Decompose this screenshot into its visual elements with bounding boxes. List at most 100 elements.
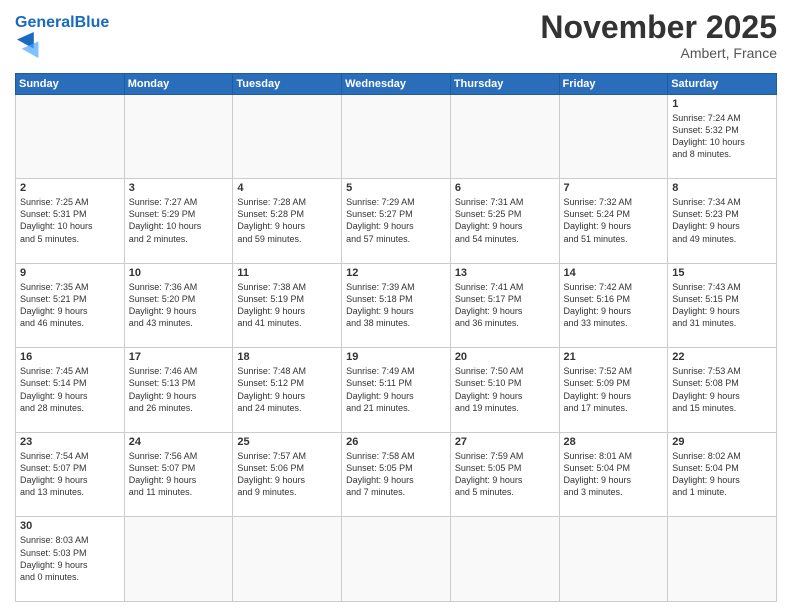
day-cell: 16 Sunrise: 7:45 AMSunset: 5:14 PMDayligh… bbox=[16, 348, 125, 433]
day-number: 18 bbox=[237, 351, 337, 363]
day-number: 8 bbox=[672, 182, 772, 194]
day-cell: 9 Sunrise: 7:35 AMSunset: 5:21 PMDaylight… bbox=[16, 263, 125, 348]
day-info: Sunrise: 8:02 AMSunset: 5:04 PMDaylight:… bbox=[672, 450, 772, 499]
day-cell: 18 Sunrise: 7:48 AMSunset: 5:12 PMDayligh… bbox=[233, 348, 342, 433]
day-cell: 14Sunrise: 7:42 AMSunset: 5:16 PMDayligh… bbox=[559, 263, 668, 348]
day-info: Sunrise: 7:48 AMSunset: 5:12 PMDaylight:… bbox=[237, 365, 337, 414]
header: GeneralBlue November 2025 Ambert, France bbox=[15, 10, 777, 65]
day-cell: 30Sunrise: 8:03 AMSunset: 5:03 PMDayligh… bbox=[16, 517, 125, 602]
day-header-monday: Monday bbox=[124, 73, 233, 94]
logo-blue: Blue bbox=[75, 14, 110, 31]
day-cell: 6 Sunrise: 7:31 AMSunset: 5:25 PMDaylight… bbox=[450, 179, 559, 264]
day-cell bbox=[16, 94, 125, 179]
page: GeneralBlue November 2025 Ambert, France… bbox=[0, 0, 792, 612]
day-cell bbox=[668, 517, 777, 602]
day-info: Sunrise: 7:49 AMSunset: 5:11 PMDaylight:… bbox=[346, 365, 446, 414]
day-header-friday: Friday bbox=[559, 73, 668, 94]
day-cell: 25 Sunrise: 7:57 AMSunset: 5:06 PMDayligh… bbox=[233, 432, 342, 517]
day-number: 9 bbox=[20, 267, 120, 279]
day-info: Sunrise: 7:34 AMSunset: 5:23 PMDaylight:… bbox=[672, 196, 772, 245]
day-header-wednesday: Wednesday bbox=[342, 73, 451, 94]
day-info: Sunrise: 7:45 AMSunset: 5:14 PMDaylight:… bbox=[20, 365, 120, 414]
week-row-1: 2Sunrise: 7:25 AMSunset: 5:31 PMDaylight… bbox=[16, 179, 777, 264]
logo-icon bbox=[17, 32, 45, 60]
day-cell: 28 Sunrise: 8:01 AMSunset: 5:04 PMDayligh… bbox=[559, 432, 668, 517]
day-cell: 1 Sunrise: 7:24 AMSunset: 5:32 PMDaylight… bbox=[668, 94, 777, 179]
day-cell: 2Sunrise: 7:25 AMSunset: 5:31 PMDaylight… bbox=[16, 179, 125, 264]
day-number: 22 bbox=[672, 351, 772, 363]
day-number: 19 bbox=[346, 351, 446, 363]
day-number: 6 bbox=[455, 182, 555, 194]
day-info: Sunrise: 7:58 AMSunset: 5:05 PMDaylight:… bbox=[346, 450, 446, 499]
day-info: Sunrise: 7:31 AMSunset: 5:25 PMDaylight:… bbox=[455, 196, 555, 245]
day-cell bbox=[233, 517, 342, 602]
day-info: Sunrise: 8:01 AMSunset: 5:04 PMDaylight:… bbox=[564, 450, 664, 499]
day-info: Sunrise: 7:43 AMSunset: 5:15 PMDaylight:… bbox=[672, 281, 772, 330]
logo-text: GeneralBlue bbox=[15, 14, 109, 32]
day-number: 30 bbox=[20, 520, 120, 532]
title-block: November 2025 Ambert, France bbox=[540, 10, 777, 61]
day-cell: 11 Sunrise: 7:38 AMSunset: 5:19 PMDayligh… bbox=[233, 263, 342, 348]
day-number: 12 bbox=[346, 267, 446, 279]
day-info: Sunrise: 7:50 AMSunset: 5:10 PMDaylight:… bbox=[455, 365, 555, 414]
day-info: Sunrise: 7:53 AMSunset: 5:08 PMDaylight:… bbox=[672, 365, 772, 414]
location: Ambert, France bbox=[540, 45, 777, 61]
calendar-header-row: SundayMondayTuesdayWednesdayThursdayFrid… bbox=[16, 73, 777, 94]
day-cell: 8 Sunrise: 7:34 AMSunset: 5:23 PMDaylight… bbox=[668, 179, 777, 264]
day-cell bbox=[342, 517, 451, 602]
day-info: Sunrise: 7:42 AMSunset: 5:16 PMDaylight:… bbox=[564, 281, 664, 330]
day-cell: 26Sunrise: 7:58 AMSunset: 5:05 PMDayligh… bbox=[342, 432, 451, 517]
week-row-0: 1 Sunrise: 7:24 AMSunset: 5:32 PMDaylight… bbox=[16, 94, 777, 179]
day-cell: 4Sunrise: 7:28 AMSunset: 5:28 PMDaylight… bbox=[233, 179, 342, 264]
day-cell: 17Sunrise: 7:46 AMSunset: 5:13 PMDayligh… bbox=[124, 348, 233, 433]
day-cell bbox=[124, 517, 233, 602]
day-info: Sunrise: 7:24 AMSunset: 5:32 PMDaylight:… bbox=[672, 112, 772, 161]
day-number: 20 bbox=[455, 351, 555, 363]
day-number: 29 bbox=[672, 436, 772, 448]
day-info: Sunrise: 7:35 AMSunset: 5:21 PMDaylight:… bbox=[20, 281, 120, 330]
day-number: 7 bbox=[564, 182, 664, 194]
day-header-saturday: Saturday bbox=[668, 73, 777, 94]
logo: GeneralBlue bbox=[15, 14, 109, 65]
day-cell: 22 Sunrise: 7:53 AMSunset: 5:08 PMDayligh… bbox=[668, 348, 777, 433]
day-cell: 13 Sunrise: 7:41 AMSunset: 5:17 PMDayligh… bbox=[450, 263, 559, 348]
day-info: Sunrise: 7:25 AMSunset: 5:31 PMDaylight:… bbox=[20, 196, 120, 245]
day-cell: 29 Sunrise: 8:02 AMSunset: 5:04 PMDayligh… bbox=[668, 432, 777, 517]
day-number: 28 bbox=[564, 436, 664, 448]
day-number: 11 bbox=[237, 267, 337, 279]
day-info: Sunrise: 7:54 AMSunset: 5:07 PMDaylight:… bbox=[20, 450, 120, 499]
day-number: 16 bbox=[20, 351, 120, 363]
day-info: Sunrise: 7:57 AMSunset: 5:06 PMDaylight:… bbox=[237, 450, 337, 499]
day-cell bbox=[559, 517, 668, 602]
day-header-thursday: Thursday bbox=[450, 73, 559, 94]
day-info: Sunrise: 7:27 AMSunset: 5:29 PMDaylight:… bbox=[129, 196, 229, 245]
day-cell: 20 Sunrise: 7:50 AMSunset: 5:10 PMDayligh… bbox=[450, 348, 559, 433]
day-info: Sunrise: 7:46 AMSunset: 5:13 PMDaylight:… bbox=[129, 365, 229, 414]
day-number: 25 bbox=[237, 436, 337, 448]
day-cell bbox=[124, 94, 233, 179]
day-header-sunday: Sunday bbox=[16, 73, 125, 94]
week-row-4: 23 Sunrise: 7:54 AMSunset: 5:07 PMDayligh… bbox=[16, 432, 777, 517]
day-number: 13 bbox=[455, 267, 555, 279]
day-number: 5 bbox=[346, 182, 446, 194]
logo-general: General bbox=[15, 14, 75, 31]
day-info: Sunrise: 7:29 AMSunset: 5:27 PMDaylight:… bbox=[346, 196, 446, 245]
day-number: 27 bbox=[455, 436, 555, 448]
day-cell bbox=[559, 94, 668, 179]
day-number: 15 bbox=[672, 267, 772, 279]
day-header-tuesday: Tuesday bbox=[233, 73, 342, 94]
day-number: 3 bbox=[129, 182, 229, 194]
day-info: Sunrise: 7:32 AMSunset: 5:24 PMDaylight:… bbox=[564, 196, 664, 245]
calendar-table: SundayMondayTuesdayWednesdayThursdayFrid… bbox=[15, 73, 777, 602]
day-number: 24 bbox=[129, 436, 229, 448]
week-row-5: 30Sunrise: 8:03 AMSunset: 5:03 PMDayligh… bbox=[16, 517, 777, 602]
day-cell: 27 Sunrise: 7:59 AMSunset: 5:05 PMDayligh… bbox=[450, 432, 559, 517]
day-number: 1 bbox=[672, 98, 772, 110]
day-number: 23 bbox=[20, 436, 120, 448]
day-number: 10 bbox=[129, 267, 229, 279]
day-info: Sunrise: 7:38 AMSunset: 5:19 PMDaylight:… bbox=[237, 281, 337, 330]
day-cell: 24Sunrise: 7:56 AMSunset: 5:07 PMDayligh… bbox=[124, 432, 233, 517]
day-info: Sunrise: 7:59 AMSunset: 5:05 PMDaylight:… bbox=[455, 450, 555, 499]
day-info: Sunrise: 7:39 AMSunset: 5:18 PMDaylight:… bbox=[346, 281, 446, 330]
day-info: Sunrise: 7:41 AMSunset: 5:17 PMDaylight:… bbox=[455, 281, 555, 330]
